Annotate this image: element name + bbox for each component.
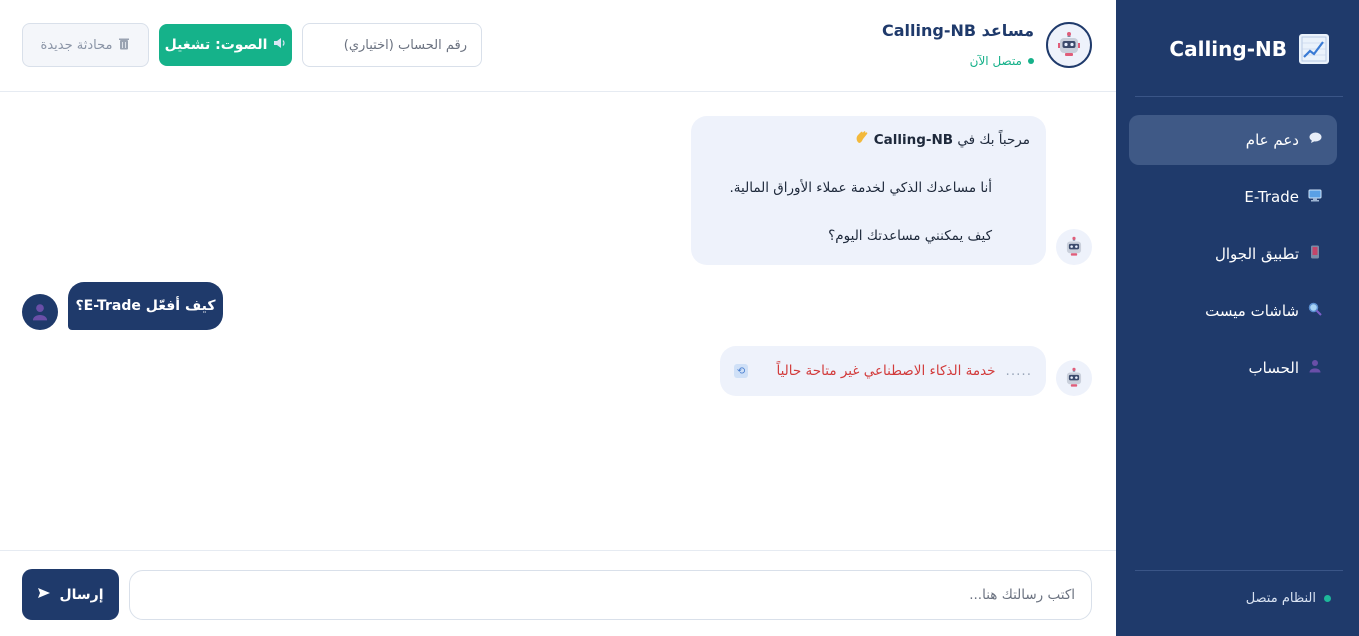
chart-trending-up-icon (1299, 34, 1329, 64)
sidebar-nav: دعم عام E-Trade تطبيق الجوال شاشات ميست … (1129, 115, 1337, 400)
chat-header: مساعد Calling-NB متصل الآن الصوت: تشغيل … (0, 0, 1116, 92)
mobile-phone-icon (1307, 245, 1323, 263)
sidebar-divider (1135, 570, 1343, 571)
send-label: إرسال (59, 586, 104, 603)
speech-bubble-icon (1307, 132, 1323, 148)
sidebar-item-label: الحساب (1248, 359, 1300, 377)
sidebar-divider (1135, 96, 1343, 97)
retry-icon[interactable]: ⟲ (734, 364, 748, 378)
sidebar-item-general-support[interactable]: دعم عام (1129, 115, 1337, 165)
sidebar-item-label: E-Trade (1244, 188, 1299, 206)
welcome-brand: Calling-NB (873, 132, 954, 148)
new-chat-button[interactable]: محادثة جديدة (22, 23, 149, 67)
sidebar-item-account[interactable]: الحساب (1129, 343, 1337, 393)
online-status: متصل الآن (970, 54, 1034, 68)
status-dot-icon (1324, 595, 1331, 602)
robot-icon (1056, 360, 1092, 396)
system-status: النظام متصل (1246, 591, 1331, 606)
message-input[interactable] (129, 570, 1092, 620)
speaker-icon (273, 37, 286, 53)
chat-main: مساعد Calling-NB متصل الآن الصوت: تشغيل … (0, 0, 1116, 636)
user-avatar-icon (22, 294, 58, 330)
voice-toggle-button[interactable]: الصوت: تشغيل (159, 24, 292, 66)
sidebar-item-label: دعم عام (1245, 131, 1299, 149)
bot-message-welcome: مرحباً بك في Calling-NB أنا مساعدك الذكي… (691, 116, 1046, 265)
typing-dots: ..... (1005, 362, 1032, 379)
send-button[interactable]: إرسال (22, 569, 119, 620)
welcome-line: أنا مساعدك الذكي لخدمة عملاء الأوراق الم… (729, 180, 992, 196)
chat-title: مساعد Calling-NB (882, 21, 1034, 40)
bot-message-error: ..... خدمة الذكاء الاصطناعي غير متاحة حا… (720, 346, 1046, 396)
robot-icon (1046, 22, 1092, 68)
voice-toggle-label: الصوت: تشغيل (164, 37, 268, 53)
online-dot-icon (1028, 58, 1034, 64)
error-text: خدمة الذكاء الاصطناعي غير متاحة حالياً (776, 362, 996, 379)
trash-icon (118, 37, 130, 54)
account-number-input[interactable] (302, 23, 482, 67)
brand-title: Calling-NB (1169, 37, 1287, 61)
sidebar-item-etrade[interactable]: E-Trade (1129, 172, 1337, 222)
desktop-computer-icon (1307, 189, 1323, 206)
new-chat-label: محادثة جديدة (40, 37, 113, 53)
robot-icon (1056, 229, 1092, 265)
welcome-line: كيف يمكنني مساعدتك اليوم؟ (828, 228, 992, 244)
send-arrow-icon (37, 587, 51, 603)
sidebar-item-mobile-app[interactable]: تطبيق الجوال (1129, 229, 1337, 279)
sidebar-item-label: شاشات ميست (1205, 302, 1299, 320)
sidebar: Calling-NB دعم عام E-Trade تطبيق الجوال (1116, 0, 1359, 636)
online-status-text: متصل الآن (969, 54, 1022, 68)
welcome-line: مرحباً بك في Calling-NB (707, 130, 1030, 152)
magnifier-icon (1307, 302, 1323, 320)
waving-hand-icon (855, 131, 869, 148)
composer: إرسال (0, 550, 1116, 636)
welcome-prefix: مرحباً بك في (953, 132, 1030, 148)
user-message: كيف أفعّل E-Trade؟ (68, 282, 223, 330)
user-icon (1307, 359, 1323, 377)
brand: Calling-NB (1169, 34, 1329, 64)
sidebar-item-mist-screens[interactable]: شاشات ميست (1129, 286, 1337, 336)
sidebar-item-label: تطبيق الجوال (1214, 245, 1299, 263)
system-status-text: النظام متصل (1245, 591, 1316, 606)
